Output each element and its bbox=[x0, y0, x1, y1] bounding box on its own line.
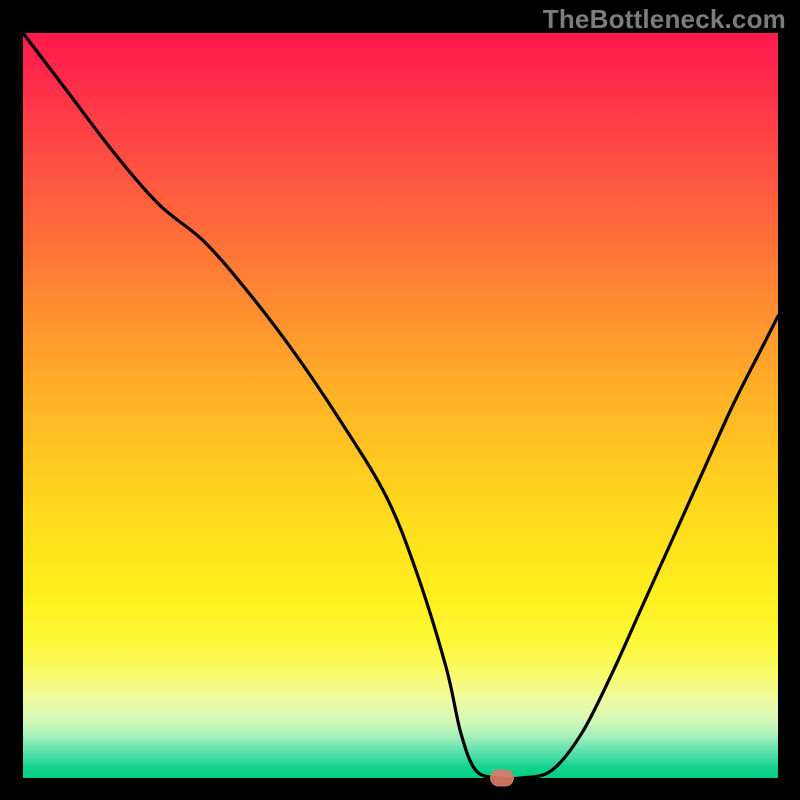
curve-svg bbox=[23, 33, 778, 778]
plot-area bbox=[23, 33, 778, 778]
chart-frame: TheBottleneck.com bbox=[0, 0, 800, 800]
bottleneck-curve bbox=[23, 33, 778, 779]
minimum-marker bbox=[490, 770, 514, 787]
watermark-text: TheBottleneck.com bbox=[543, 4, 786, 35]
